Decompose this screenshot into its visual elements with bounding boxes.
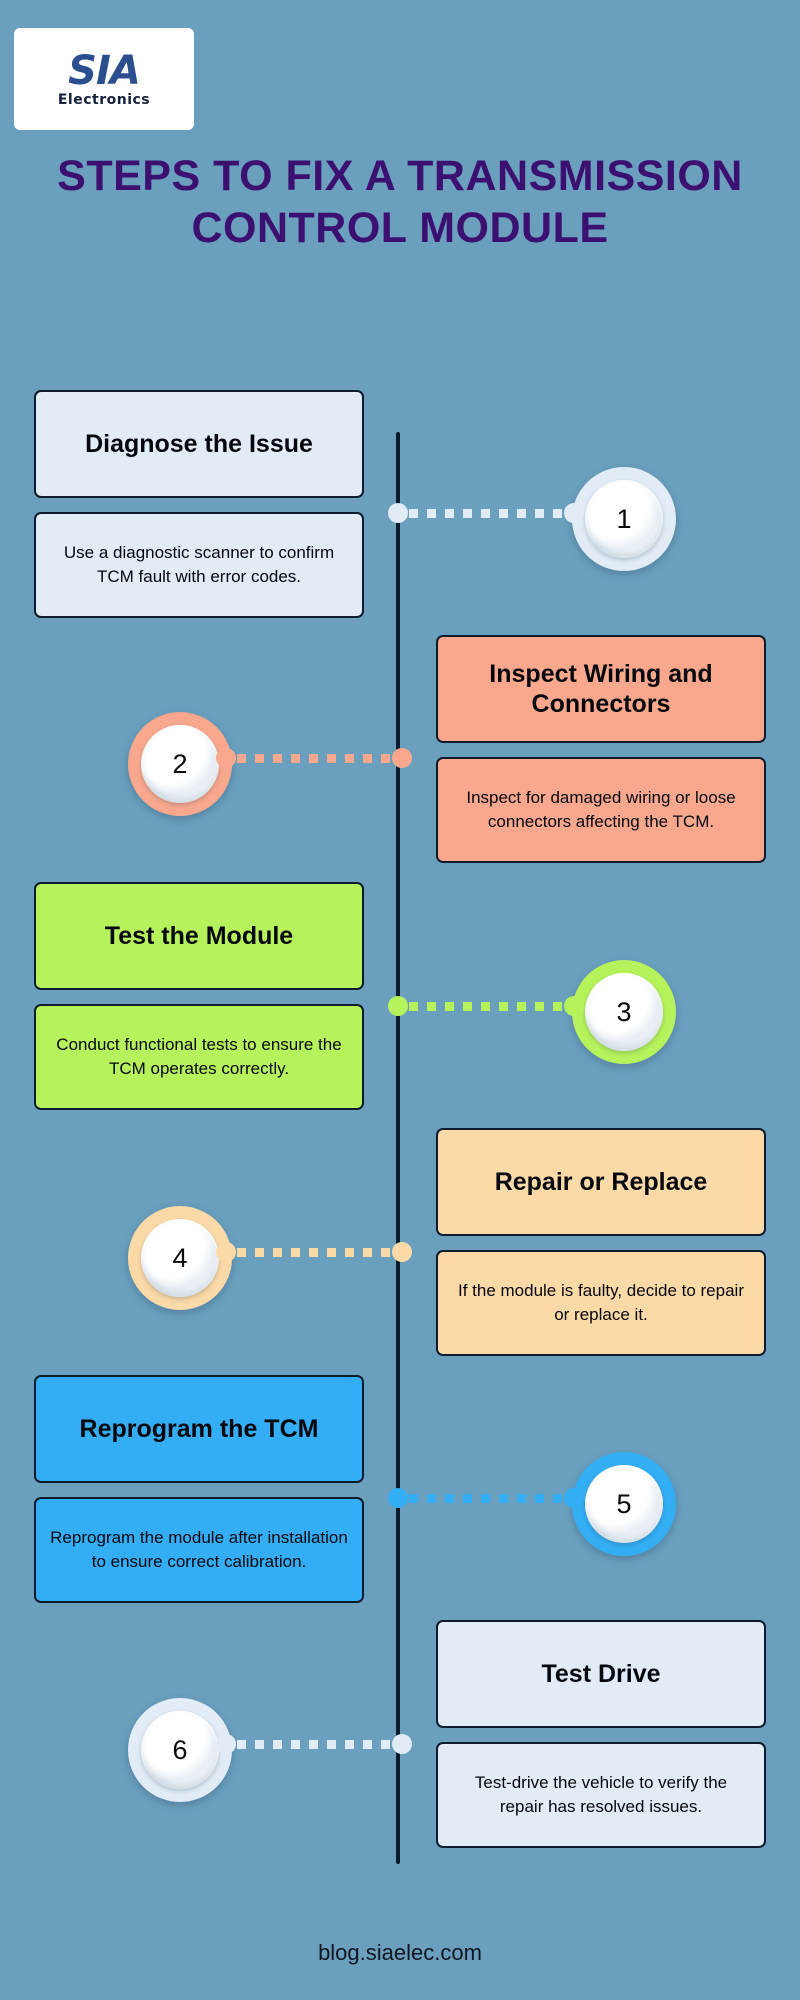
- step-2-heading: Inspect Wiring and Connectors: [436, 635, 766, 743]
- logo-tagline: Electronics: [57, 92, 151, 108]
- step-1-content: Diagnose the Issue Use a diagnostic scann…: [34, 390, 364, 618]
- brand-logo: SIA Electronics: [14, 28, 194, 130]
- step-4-number: 4: [141, 1219, 219, 1297]
- connector-node-icon: [216, 748, 236, 768]
- step-1-number: 1: [585, 480, 663, 558]
- step-5-heading: Reprogram the TCM: [34, 1375, 364, 1483]
- timeline-spine: [396, 432, 400, 1864]
- step-4-content: Repair or Replace If the module is faulty…: [436, 1128, 766, 1356]
- step-5-badge: 5: [572, 1452, 676, 1556]
- step-3-content: Test the Module Conduct functional tests …: [34, 882, 364, 1110]
- step-3-badge: 3: [572, 960, 676, 1064]
- step-4-connector: [216, 1242, 412, 1262]
- step-3-heading: Test the Module: [34, 882, 364, 990]
- step-2-number: 2: [141, 725, 219, 803]
- step-4-heading: Repair or Replace: [436, 1128, 766, 1236]
- step-2-content: Inspect Wiring and Connectors Inspect for…: [436, 635, 766, 863]
- connector-node-icon: [388, 503, 408, 523]
- footer-website: blog.siaelec.com: [318, 1940, 482, 1965]
- connector-dashes-icon: [237, 753, 391, 763]
- step-5-connector: [388, 1488, 584, 1508]
- connector-node-icon: [388, 1488, 408, 1508]
- connector-node-icon: [388, 996, 408, 1016]
- connector-node-icon: [564, 1488, 584, 1508]
- connector-node-icon: [564, 996, 584, 1016]
- connector-node-icon: [564, 503, 584, 523]
- step-1-description: Use a diagnostic scanner to confirm TCM …: [34, 512, 364, 618]
- step-3-number: 3: [585, 973, 663, 1051]
- connector-node-icon: [216, 1734, 236, 1754]
- connector-dashes-icon: [237, 1247, 391, 1257]
- step-5-description: Reprogram the module after installation …: [34, 1497, 364, 1603]
- step-1-badge: 1: [572, 467, 676, 571]
- step-5-content: Reprogram the TCM Reprogram the module af…: [34, 1375, 364, 1603]
- logo-wordmark: SIA: [68, 48, 141, 94]
- step-3-description: Conduct functional tests to ensure the T…: [34, 1004, 364, 1110]
- connector-dashes-icon: [409, 1493, 563, 1503]
- step-3-connector: [388, 996, 584, 1016]
- connector-dashes-icon: [237, 1739, 391, 1749]
- infographic-page: SIA Electronics STEPS TO FIX A TRANSMISS…: [0, 0, 800, 2000]
- step-5-number: 5: [585, 1465, 663, 1543]
- step-2-connector: [216, 748, 412, 768]
- connector-node-icon: [216, 1242, 236, 1262]
- step-6-connector: [216, 1734, 412, 1754]
- connector-dashes-icon: [409, 1001, 563, 1011]
- step-6-heading: Test Drive: [436, 1620, 766, 1728]
- page-title: STEPS TO FIX A TRANSMISSION CONTROL MODU…: [57, 152, 743, 253]
- connector-node-icon: [392, 1734, 412, 1754]
- connector-dashes-icon: [409, 508, 563, 518]
- step-1-connector: [388, 503, 584, 523]
- step-1-heading: Diagnose the Issue: [34, 390, 364, 498]
- connector-node-icon: [392, 748, 412, 768]
- step-6-content: Test Drive Test-drive the vehicle to veri…: [436, 1620, 766, 1848]
- step-4-description: If the module is faulty, decide to repai…: [436, 1250, 766, 1356]
- step-2-description: Inspect for damaged wiring or loose conn…: [436, 757, 766, 863]
- connector-node-icon: [392, 1242, 412, 1262]
- step-6-description: Test-drive the vehicle to verify the rep…: [436, 1742, 766, 1848]
- step-6-number: 6: [141, 1711, 219, 1789]
